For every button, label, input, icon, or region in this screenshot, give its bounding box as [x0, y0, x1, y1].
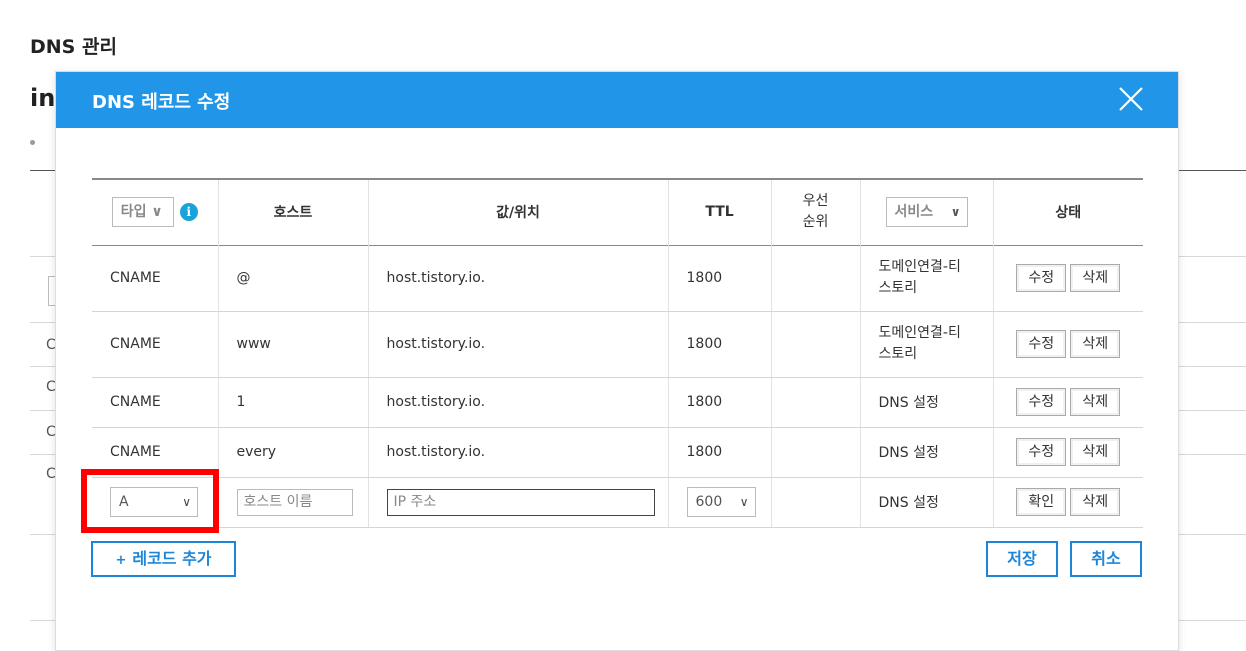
record-host: 1: [218, 377, 369, 428]
record-value: host.tistory.io.: [368, 377, 669, 428]
modal-header: DNS 레코드 수정: [56, 72, 1178, 128]
delete-button[interactable]: 삭제: [1070, 488, 1121, 516]
record-type: CNAME: [92, 245, 219, 312]
record-service: DNS 설정: [860, 427, 994, 478]
add-record-button[interactable]: + 레코드 추가: [91, 541, 236, 577]
edit-button[interactable]: 수정: [1016, 264, 1067, 292]
new-record-priority: [771, 477, 861, 528]
record-priority: [771, 427, 861, 478]
record-value: host.tistory.io.: [368, 427, 669, 478]
delete-button[interactable]: 삭제: [1070, 438, 1121, 466]
ttl-select[interactable]: 600 ∨: [686, 487, 756, 517]
delete-button[interactable]: 삭제: [1070, 388, 1121, 416]
new-record-status: 확인 삭제: [993, 477, 1143, 528]
type-filter-select[interactable]: 타입 ∨: [111, 197, 174, 228]
table-row: CNAME every host.tistory.io. 1800 DNS 설정…: [92, 427, 1143, 478]
record-status: 수정 삭제: [993, 311, 1143, 378]
host-name-input[interactable]: 호스트 이름: [236, 488, 353, 516]
record-type: CNAME: [92, 377, 219, 428]
record-type: CNAME: [92, 311, 219, 378]
record-status: 수정 삭제: [993, 427, 1143, 478]
edit-button[interactable]: 수정: [1016, 388, 1067, 416]
page-title: DNS 관리: [30, 36, 117, 58]
column-service: 서비스 ∨: [860, 179, 994, 245]
record-host: every: [218, 427, 369, 478]
save-button[interactable]: 저장: [986, 541, 1058, 577]
info-icon[interactable]: i: [179, 203, 198, 222]
column-ttl: TTL: [668, 179, 772, 245]
new-record-ttl: 600 ∨: [668, 477, 772, 528]
record-value: host.tistory.io.: [368, 311, 669, 378]
column-status: 상태: [1055, 205, 1082, 222]
plus-icon: +: [115, 553, 127, 568]
column-type: 타입 ∨ i: [92, 179, 219, 245]
record-host: @: [218, 245, 369, 312]
record-ttl: 1800: [668, 377, 772, 428]
chevron-down-icon: ∨: [950, 205, 961, 220]
chevron-down-icon: ∨: [739, 495, 749, 509]
column-host: 호스트: [218, 179, 369, 245]
record-priority: [771, 377, 861, 428]
table-row: CNAME www host.tistory.io. 1800 도메인연결-티 …: [92, 311, 1143, 378]
column-priority: 우선 순위: [771, 179, 861, 245]
record-value: host.tistory.io.: [368, 245, 669, 312]
delete-button[interactable]: 삭제: [1070, 330, 1121, 358]
record-status: 수정 삭제: [993, 377, 1143, 428]
confirm-button[interactable]: 확인: [1016, 488, 1067, 516]
record-service: 도메인연결-티 스토리: [860, 245, 994, 312]
column-value: 값/위치: [368, 179, 669, 245]
record-ttl: 1800: [668, 311, 772, 378]
edit-button[interactable]: 수정: [1016, 438, 1067, 466]
tab-bullet: [30, 140, 35, 145]
record-service: DNS 설정: [860, 377, 994, 428]
record-service: 도메인연결-티 스토리: [860, 311, 994, 378]
modal-title: DNS 레코드 수정: [92, 92, 231, 113]
record-ttl: 1800: [668, 427, 772, 478]
ip-address-input[interactable]: IP 주소: [386, 488, 655, 516]
new-record-row: A ∨ 호스트 이름 IP 주소 600 ∨ DNS 설정 확인 삭제: [92, 477, 1143, 528]
table-row: CNAME 1 host.tistory.io. 1800 DNS 설정 수정 삭…: [92, 377, 1143, 428]
new-record-value: IP 주소: [368, 477, 669, 528]
record-priority: [771, 311, 861, 378]
column-priority-label: 우선 순위: [802, 193, 829, 231]
table-row: CNAME @ host.tistory.io. 1800 도메인연결-티 스토…: [92, 245, 1143, 312]
edit-button[interactable]: 수정: [1016, 330, 1067, 358]
cancel-button[interactable]: 취소: [1070, 541, 1142, 577]
new-record-service: DNS 설정: [860, 477, 994, 528]
new-record-host: 호스트 이름: [218, 477, 369, 528]
record-status: 수정 삭제: [993, 245, 1143, 312]
highlight-annotation: [81, 469, 219, 533]
record-priority: [771, 245, 861, 312]
service-filter-select[interactable]: 서비스 ∨: [885, 197, 968, 228]
record-ttl: 1800: [668, 245, 772, 312]
close-icon[interactable]: [1116, 84, 1146, 114]
record-host: www: [218, 311, 369, 378]
dns-records-table: 타입 ∨ i 호스트 값/위치 TTL 우선 순위 서비스 ∨ 상태 CNAME…: [92, 178, 1143, 528]
delete-button[interactable]: 삭제: [1070, 264, 1121, 292]
table-header: 타입 ∨ i 호스트 값/위치 TTL 우선 순위 서비스 ∨ 상태: [92, 179, 1143, 245]
